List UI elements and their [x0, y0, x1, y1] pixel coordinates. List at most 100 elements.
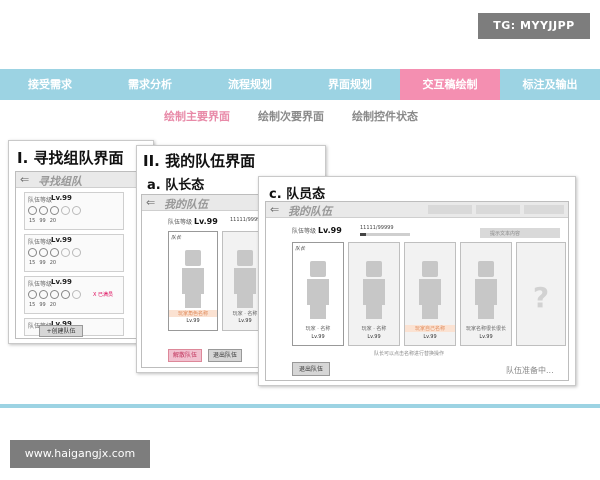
slide: TG: MYYJJPP 接受需求 需求分析 流程规划 界面规划 交互稿绘制 标注…	[0, 0, 600, 480]
frame-find-team: I. 寻找组队界面 ⇐ 寻找组队 队伍等级 Lv.99 15 99 20 队伍等级 …	[8, 140, 154, 344]
team-row[interactable]: 队伍等级 Lv.99 X 已满员 15 99 20	[24, 276, 124, 314]
avatar-placeholder	[359, 261, 389, 319]
team-level-label: 队伍等级	[292, 228, 317, 235]
member-window: ⇐ 我的队伍 队伍等级 Lv.99 11111/99999 提示文本内容 队长 …	[265, 201, 569, 381]
find-team-window: ⇐ 寻找组队 队伍等级 Lv.99 15 99 20 队伍等级 Lv.99 15…	[15, 171, 149, 339]
site-watermark: www.haigangjx.com	[10, 440, 150, 468]
empty-slot-icon	[61, 206, 70, 215]
row-label: 队伍等级	[28, 197, 53, 204]
avatar-placeholder	[178, 250, 208, 308]
avatar-placeholder	[471, 261, 501, 319]
exp-text: 11111/99999	[360, 225, 394, 231]
row-label: 队伍等级	[28, 239, 53, 246]
avatar-placeholder	[230, 250, 260, 308]
nav-tab-ui-plan[interactable]: 界面规划	[300, 69, 400, 100]
leave-team-button[interactable]: 退出队伍	[208, 349, 242, 362]
exp-progress-bar	[360, 233, 410, 236]
divider	[0, 404, 600, 408]
member-badges	[28, 206, 81, 215]
footnote: 队长可以点击名称进行替换操作	[374, 351, 445, 357]
member-icon	[50, 248, 59, 257]
waiting-status: 队伍准备中...	[506, 366, 554, 375]
member-slot[interactable]: 玩家 · 名称 Lv.99	[348, 242, 400, 346]
window-title: 我的队伍	[164, 198, 208, 211]
arrow-left-icon[interactable]: ⇐	[146, 196, 155, 209]
header-placeholder	[476, 205, 520, 214]
row-level: Lv.99	[51, 278, 72, 286]
row-number: 15	[29, 260, 36, 266]
subnav-main-ui[interactable]: 绘制主要界面	[164, 108, 230, 124]
frame-title: II. 我的队伍界面	[143, 152, 256, 170]
row-number: 20	[49, 302, 57, 308]
team-level: 队伍等级 Lv.99	[168, 217, 218, 226]
member-icon	[28, 290, 37, 299]
row-number: 20	[49, 260, 57, 266]
window-title: 寻找组队	[38, 175, 82, 188]
member-icon	[39, 206, 48, 215]
empty-slot-icon	[72, 290, 81, 299]
sub-nav: 绘制主要界面 绘制次要界面 绘制控件状态	[164, 108, 418, 124]
nav-tab-flow[interactable]: 流程规划	[200, 69, 300, 100]
subnav-control-states[interactable]: 绘制控件状态	[352, 108, 418, 124]
frame-subtitle: a. 队长态	[147, 178, 205, 193]
subnav-secondary-ui[interactable]: 绘制次要界面	[258, 108, 324, 124]
row-numbers: 15 99 20	[29, 260, 56, 266]
row-level: Lv.99	[51, 194, 72, 202]
avatar-placeholder	[415, 261, 445, 319]
arrow-left-icon[interactable]: ⇐	[270, 203, 279, 216]
arrow-left-icon[interactable]: ⇐	[20, 173, 29, 186]
row-number: 99	[39, 302, 46, 308]
member-slot[interactable]: 玩家名称很长很长 Lv.99	[460, 242, 512, 346]
frame-title: I. 寻找组队界面	[17, 149, 124, 167]
member-slot-self[interactable]: 玩家自己名称 Lv.99	[404, 242, 456, 346]
header-placeholder	[428, 205, 472, 214]
avatar-placeholder	[303, 261, 333, 319]
team-level-value: Lv.99	[193, 217, 218, 226]
create-team-button[interactable]: +创建队伍	[39, 325, 83, 337]
row-label: 队伍等级	[28, 281, 53, 288]
nav-tab-annotate[interactable]: 标注及输出	[500, 69, 600, 100]
player-level: Lv.99	[479, 334, 493, 340]
nav-tab-analysis[interactable]: 需求分析	[100, 69, 200, 100]
empty-slot-icon	[72, 248, 81, 257]
row-number: 20	[49, 218, 57, 224]
frame-subtitle: c. 队员态	[269, 187, 326, 202]
captain-flag-icon: 队长	[171, 235, 182, 241]
member-slot[interactable]: 队长 玩家 · 名称 Lv.99	[292, 242, 344, 346]
tip-text: 提示文本内容	[490, 231, 521, 237]
row-level: Lv.99	[51, 236, 72, 244]
frame-member-state: c. 队员态 ⇐ 我的队伍 队伍等级 Lv.99 11111/99999 提示文…	[258, 176, 576, 386]
disband-team-button[interactable]: 解散队伍	[168, 349, 202, 362]
team-level-value: Lv.99	[317, 226, 342, 235]
team-row[interactable]: 队伍等级 Lv.99 15 99 20	[24, 192, 124, 230]
window-header: ⇐ 我的队伍	[266, 202, 568, 218]
member-badges	[28, 290, 81, 299]
row-number: 15	[29, 218, 36, 224]
tg-watermark: TG: MYYJJPP	[478, 13, 590, 39]
team-level: 队伍等级 Lv.99	[292, 226, 342, 235]
member-icon	[39, 248, 48, 257]
player-level: Lv.99	[311, 334, 325, 340]
member-badges	[28, 248, 81, 257]
leave-team-button[interactable]: 退出队伍	[292, 362, 330, 376]
member-icon	[28, 206, 37, 215]
player-level: Lv.99	[186, 318, 200, 324]
member-icon	[50, 290, 59, 299]
member-slot[interactable]: 队长 玩家角色名称 Lv.99	[168, 231, 218, 331]
empty-slot-icon	[61, 248, 70, 257]
header-placeholder	[524, 205, 564, 214]
player-name: 玩家 · 名称	[305, 326, 331, 332]
nav-tab-interaction[interactable]: 交互稿绘制	[400, 69, 500, 100]
player-name: 玩家自己名称	[405, 325, 455, 332]
player-level: Lv.99	[367, 334, 381, 340]
team-level-label: 队伍等级	[168, 219, 193, 226]
player-level: Lv.99	[423, 334, 437, 340]
row-numbers: 15 99 20	[29, 218, 56, 224]
full-team-tag: X 已满员	[93, 292, 114, 298]
nav-tab-receive[interactable]: 接受需求	[0, 69, 100, 100]
member-icon	[61, 290, 70, 299]
empty-member-slot[interactable]: ?	[516, 242, 566, 346]
player-name: 玩家角色名称	[169, 310, 217, 317]
team-row[interactable]: 队伍等级 Lv.99 15 99 20	[24, 234, 124, 272]
member-icon	[50, 206, 59, 215]
